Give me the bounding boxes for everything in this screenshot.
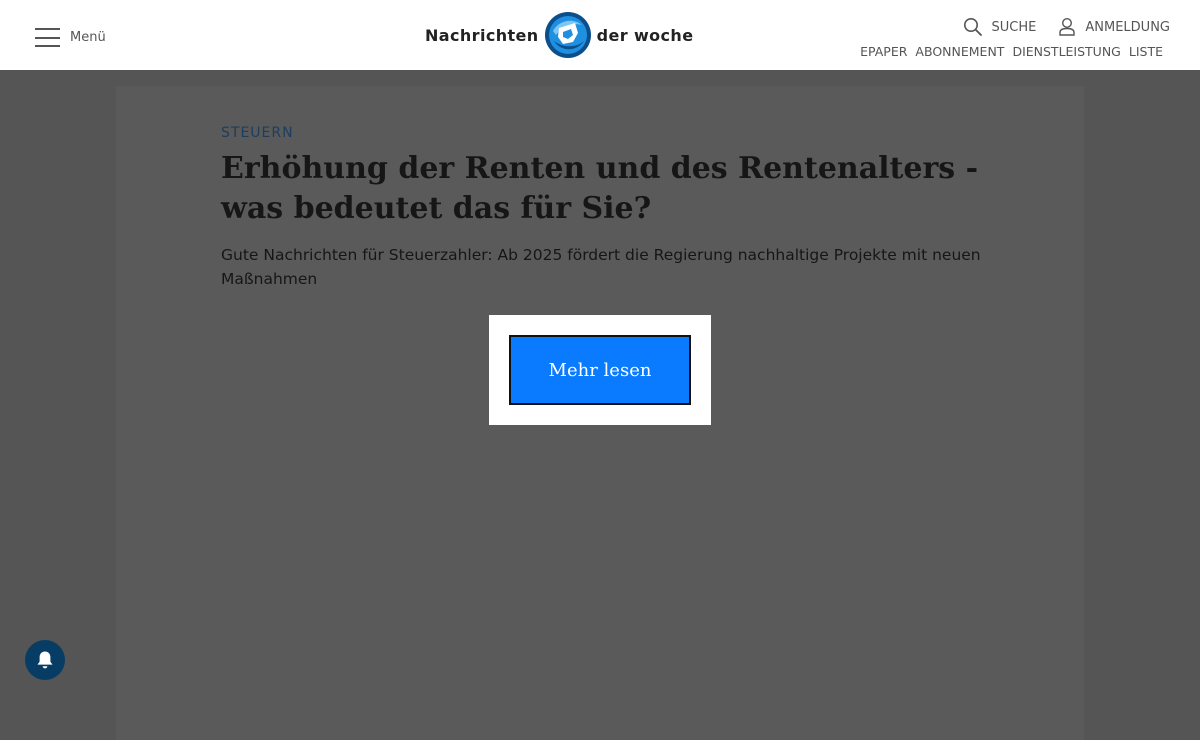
search-icon: [963, 18, 982, 36]
site-logo[interactable]: Nachrichten der woche: [425, 10, 693, 60]
menu-label: Menü: [70, 30, 106, 45]
notification-button[interactable]: [25, 640, 65, 680]
article-teaser: Gute Nachrichten für Steuerzahler: Ab 20…: [221, 246, 981, 288]
subnav-item-liste[interactable]: LISTE: [1129, 44, 1163, 59]
bell-icon: [37, 651, 53, 669]
login-button[interactable]: ANMELDUNG: [1058, 17, 1170, 37]
logo-text-right: der woche: [596, 25, 694, 45]
login-label: ANMELDUNG: [1085, 19, 1170, 35]
article-category[interactable]: STEUERN: [221, 125, 294, 141]
hamburger-icon: [35, 28, 60, 47]
search-button[interactable]: SUCHE: [963, 17, 1037, 37]
sub-navigation: EPAPER ABONNEMENT DIENSTLEISTUNG LISTE: [852, 44, 1163, 59]
cta-highlight-frame: Mehr lesen: [489, 315, 711, 425]
logo-text-left: Nachrichten: [425, 25, 539, 45]
subnav-item-abonnement[interactable]: ABONNEMENT: [915, 44, 1004, 59]
user-icon: [1059, 17, 1076, 36]
globe-icon: [544, 12, 591, 58]
search-label: SUCHE: [991, 19, 1037, 35]
site-header: Menü Nachrichten der woche SUCHE ANMELDU…: [0, 0, 1200, 70]
subnav-item-epaper[interactable]: EPAPER: [860, 44, 907, 59]
menu-button[interactable]: Menü: [35, 28, 106, 47]
header-actions: SUCHE ANMELDUNG: [941, 17, 1170, 37]
subnav-item-dienstleistung[interactable]: DIENSTLEISTUNG: [1012, 44, 1120, 59]
article-headline: Erhöhung der Renten und des Rentenalters…: [221, 151, 979, 226]
read-more-button[interactable]: Mehr lesen: [509, 335, 691, 405]
